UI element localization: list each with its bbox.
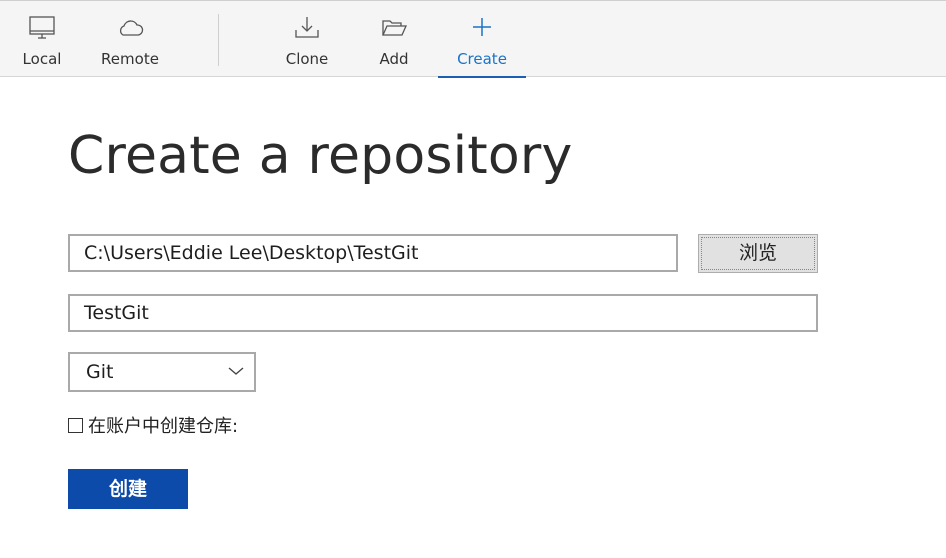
- toolbar-item-label: Add: [379, 50, 409, 68]
- download-icon: [295, 17, 319, 38]
- create-button-label: 创建: [108, 478, 147, 500]
- toolbar-separator: [218, 14, 219, 66]
- monitor-icon: [29, 16, 55, 39]
- browse-button[interactable]: 浏览: [698, 234, 818, 273]
- create-in-account-checkbox[interactable]: [68, 417, 83, 433]
- path-input[interactable]: C:\Users\Eddie Lee\Desktop\TestGit: [68, 234, 678, 272]
- toolbar-item-label: Remote: [101, 50, 159, 68]
- create-button[interactable]: 创建: [68, 469, 188, 509]
- plus-icon: [473, 18, 491, 36]
- toolbar-item-label: Clone: [285, 50, 329, 68]
- toolbar: Local Remote Clone Add Create: [0, 0, 946, 78]
- toolbar-item-create[interactable]: Create: [438, 1, 526, 78]
- folder-open-icon: [381, 20, 408, 36]
- page-title: Create a repository: [68, 126, 573, 186]
- vcs-type-selected: Git: [86, 361, 114, 383]
- toolbar-item-add[interactable]: Add: [364, 1, 424, 77]
- repository-name-input[interactable]: TestGit: [68, 294, 818, 332]
- toolbar-item-label: Local: [22, 50, 62, 68]
- toolbar-item-label: Create: [457, 50, 507, 68]
- cloud-icon: [119, 20, 144, 36]
- create-in-account-option: 在账户中创建仓库:: [68, 414, 239, 437]
- vcs-type-select[interactable]: Git: [68, 352, 256, 392]
- toolbar-item-local[interactable]: Local: [10, 1, 74, 77]
- create-in-account-label: 在账户中创建仓库:: [88, 416, 239, 437]
- toolbar-item-clone[interactable]: Clone: [276, 1, 338, 77]
- path-input-value: C:\Users\Eddie Lee\Desktop\TestGit: [84, 242, 419, 264]
- chevron-down-icon: [228, 367, 244, 375]
- repository-name-value: TestGit: [84, 302, 149, 324]
- browse-button-label: 浏览: [738, 242, 777, 264]
- toolbar-item-remote[interactable]: Remote: [96, 1, 164, 77]
